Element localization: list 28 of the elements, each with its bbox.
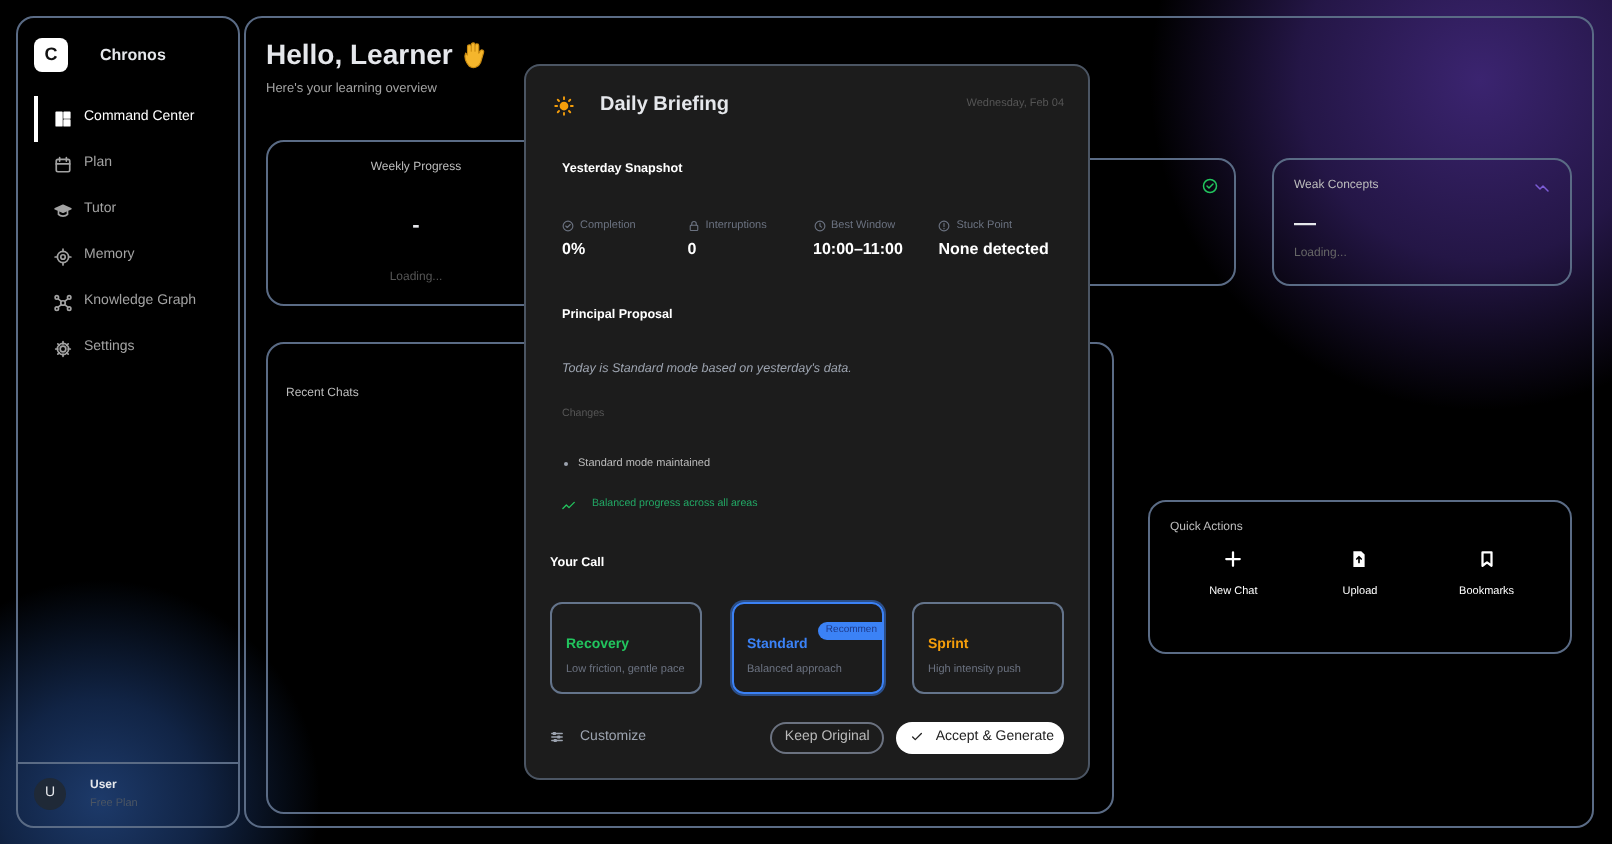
file-icon xyxy=(1350,550,1369,569)
trend-down-icon xyxy=(1534,179,1550,196)
clock-icon xyxy=(813,220,825,233)
graduation-cap-icon xyxy=(54,202,72,220)
calendar-icon xyxy=(54,156,72,174)
stat-value: None detected xyxy=(938,238,1051,263)
plus-icon xyxy=(1224,550,1243,569)
lock-icon xyxy=(687,220,700,233)
dialog-title: Daily Briefing xyxy=(600,92,729,120)
stat-value: 0% xyxy=(562,238,588,263)
trend-up-icon xyxy=(562,498,576,513)
stat-value: 0 xyxy=(687,238,699,263)
sun-icon xyxy=(554,95,574,115)
alert-circle-icon xyxy=(938,220,951,233)
check-circle-icon xyxy=(562,220,574,233)
progress-value: - xyxy=(412,211,420,242)
check-icon xyxy=(909,730,924,745)
sliders-icon xyxy=(550,730,564,745)
concepts-value: — xyxy=(1294,214,1318,237)
network-icon xyxy=(54,294,72,312)
settings-icon xyxy=(54,340,72,358)
stat-value: 10:00–11:00 xyxy=(813,238,905,263)
grid-icon xyxy=(54,110,72,128)
check-circle-icon xyxy=(1202,178,1218,195)
bookmark-icon xyxy=(1477,550,1496,569)
logo-mark: C xyxy=(34,38,68,72)
greeting-heading: Hello, Learner xyxy=(266,38,453,72)
app-name: Chronos xyxy=(100,43,166,67)
